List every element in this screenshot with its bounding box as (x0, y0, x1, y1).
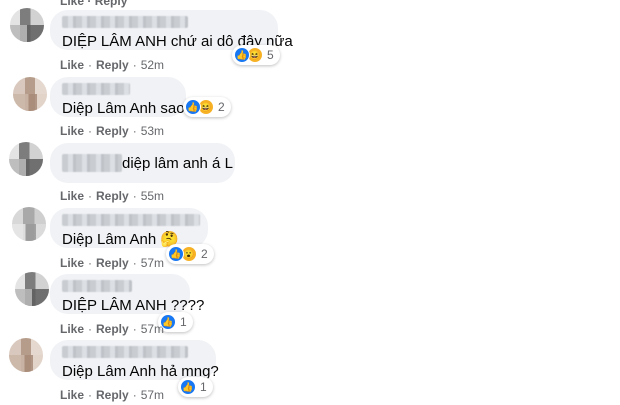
avatar[interactable] (15, 272, 49, 306)
comment-actions: Like · Reply · 53m (60, 124, 164, 138)
like-icon: 👍 (160, 314, 176, 330)
like-link[interactable]: Like (60, 322, 84, 336)
author-name-blurred[interactable] (62, 280, 132, 292)
comment-text: diệp lâm anh á L (122, 155, 233, 172)
separator: · (132, 58, 137, 72)
reaction-summary[interactable]: 👍 😮 2 (166, 244, 214, 264)
comment-bubble: diệp lâm anh á L (50, 143, 235, 183)
separator: · (88, 189, 93, 203)
author-name-blurred[interactable] (62, 83, 130, 95)
author-name-blurred[interactable] (62, 154, 122, 172)
like-link[interactable]: Like (60, 124, 84, 138)
avatar[interactable] (12, 207, 46, 241)
reply-link[interactable]: Reply (96, 124, 129, 138)
separator: · (84, 0, 95, 8)
comment-bubble: Diệp Lâm Anh saoo (50, 77, 193, 117)
reply-link[interactable]: Reply (96, 256, 129, 270)
separator: · (88, 124, 93, 138)
reaction-count: 5 (267, 48, 274, 62)
comment-text: DIỆP LÂM ANH ???? (62, 297, 205, 314)
separator: · (132, 388, 137, 402)
reaction-summary[interactable]: 👍 😆 2 (183, 97, 231, 117)
reply-link[interactable]: Reply (96, 189, 129, 203)
separator: · (88, 256, 93, 270)
reply-link[interactable]: Reply (96, 322, 129, 336)
avatar[interactable] (9, 338, 43, 372)
timestamp[interactable]: 57m (141, 388, 164, 402)
comment-actions: Like · Reply · 57m (60, 256, 164, 270)
comment-bubble: Diệp Lâm Anh hả mng? (50, 340, 219, 380)
comment-actions: Like · Reply · 57m (60, 388, 164, 402)
reaction-summary[interactable]: 👍 😆 5 (232, 45, 280, 65)
reaction-summary[interactable]: 👍 1 (158, 312, 193, 332)
like-icon: 👍 (185, 99, 201, 115)
reaction-count: 1 (180, 315, 187, 329)
avatar[interactable] (13, 77, 47, 111)
reply-link[interactable]: Reply (96, 388, 129, 402)
comment-actions: Like · Reply · 57m (60, 322, 164, 336)
comment-bubble: DIỆP LÂM ANH ???? (50, 274, 205, 314)
author-name-blurred[interactable] (62, 16, 188, 28)
separator: · (132, 256, 137, 270)
like-link[interactable]: Like (60, 189, 84, 203)
like-icon: 👍 (234, 47, 250, 63)
timestamp[interactable]: 52m (141, 58, 164, 72)
like-link[interactable]: Like (60, 256, 84, 270)
author-name-blurred[interactable] (62, 214, 200, 226)
comment-text: Diệp Lâm Anh saoo (62, 100, 193, 117)
reply-link[interactable]: Reply (96, 58, 129, 72)
top-cut-actions: Like · Reply (60, 0, 127, 8)
avatar[interactable] (9, 142, 43, 176)
separator: · (132, 189, 137, 203)
comment-actions: Like · Reply · 55m (60, 189, 164, 203)
reply-link[interactable]: Reply (95, 0, 128, 8)
reaction-count: 2 (218, 100, 225, 114)
comment-actions: Like · Reply · 52m (60, 58, 164, 72)
comment-bubble: Diệp Lâm Anh 🤔 (50, 208, 208, 248)
reaction-summary[interactable]: 👍 1 (178, 377, 213, 397)
avatar[interactable] (10, 8, 44, 42)
separator: · (88, 322, 93, 336)
like-icon: 👍 (168, 246, 184, 262)
separator: · (88, 58, 93, 72)
reaction-count: 2 (201, 247, 208, 261)
comment-bubble: DIỆP LÂM ANH chứ ai dô đây nữa (50, 10, 293, 50)
like-link[interactable]: Like (60, 388, 84, 402)
like-icon: 👍 (180, 379, 196, 395)
separator: · (132, 124, 137, 138)
separator: · (88, 388, 93, 402)
like-link[interactable]: Like (60, 0, 84, 8)
reaction-count: 1 (200, 380, 207, 394)
like-link[interactable]: Like (60, 58, 84, 72)
separator: · (132, 322, 137, 336)
timestamp[interactable]: 55m (141, 189, 164, 203)
timestamp[interactable]: 53m (141, 124, 164, 138)
timestamp[interactable]: 57m (141, 256, 164, 270)
author-name-blurred[interactable] (62, 346, 188, 358)
